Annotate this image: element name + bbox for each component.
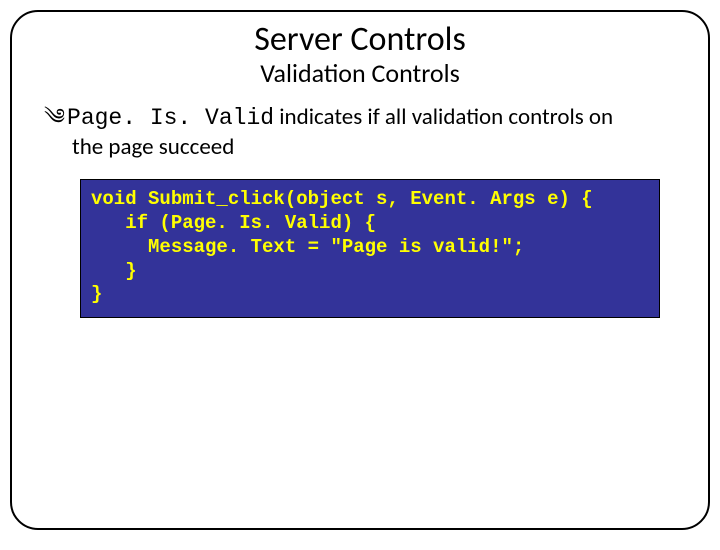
bullet-text-rest: indicates if all validation controls on bbox=[274, 103, 613, 131]
slide-title: Server Controls bbox=[42, 20, 678, 59]
code-block: void Submit_click(object s, Event. Args … bbox=[80, 179, 660, 318]
slide-frame: Server Controls Validation Controls ༄Pag… bbox=[10, 10, 710, 530]
bullet-text-line2: the page succeed bbox=[72, 133, 676, 162]
inline-code: Page. Is. Valid bbox=[67, 105, 274, 131]
bullet-icon: ༄ bbox=[44, 104, 65, 129]
bullet-item: ༄Page. Is. Valid indicates if all valida… bbox=[44, 103, 676, 162]
slide-subtitle: Validation Controls bbox=[42, 59, 678, 89]
